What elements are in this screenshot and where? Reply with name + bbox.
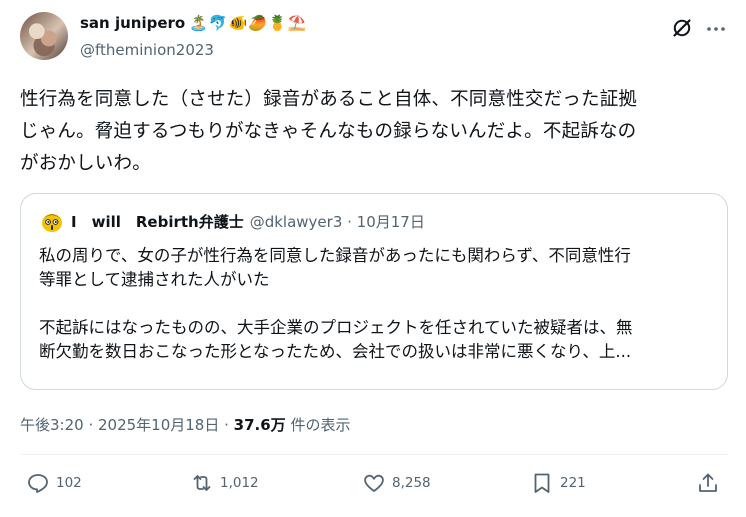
tweet-text-line: 性行為を同意した（させた）録音があること自体、不同意性交だった証拠 <box>20 89 638 110</box>
bookmark-icon <box>534 473 550 493</box>
pineapple-emoji-icon: 🍍 <box>267 14 287 32</box>
yellow-character-avatar-icon <box>39 208 65 234</box>
quoted-text-line: 等罪として逮捕された人がいた <box>39 270 270 289</box>
grok-icon <box>673 19 691 37</box>
reply-button[interactable]: 102 <box>26 471 82 495</box>
quoted-author-handle-date[interactable]: @dklawyer3 · 10月17日 <box>250 211 425 232</box>
tweet-text-line: がおかしいわ。 <box>20 153 151 174</box>
bookmark-button[interactable]: 221 <box>530 471 586 495</box>
tweet-timestamp[interactable]: 午後3:20 · 2025年10月18日 · <box>20 416 234 434</box>
retweet-button[interactable]: 1,012 <box>190 471 259 495</box>
quoted-tweet-header: I will Rebirth弁護士 @dklawyer3 · 10月17日 <box>39 208 425 234</box>
more-dots-icon <box>707 27 725 31</box>
share-icon <box>699 473 717 492</box>
quoted-tweet-text: 私の周りで、女の子が性行為を同意した録音があったにも関わらず、不同意性行 等罪と… <box>39 244 719 364</box>
mango-emoji-icon: 🥭 <box>248 14 267 32</box>
action-bar: 102 1,012 8,258 221 <box>0 471 746 505</box>
author-handle[interactable]: @ftheminion2023 <box>80 41 214 59</box>
dolphin-emoji-icon: 🐬 <box>208 14 228 32</box>
retweet-icon <box>193 475 211 491</box>
divider <box>20 454 728 455</box>
heart-icon <box>364 474 384 492</box>
quoted-text-line: 不起訴にはなったものの、大手企業のプロジェクトを任されていた被疑者は、無 <box>39 318 633 337</box>
grok-button[interactable] <box>670 16 694 40</box>
reply-icon <box>28 474 48 493</box>
like-button[interactable]: 8,258 <box>362 471 431 495</box>
bookmark-count: 221 <box>560 475 586 491</box>
fish-emoji-icon: 🐠 <box>228 14 248 32</box>
tweet-metadata: 午後3:20 · 2025年10月18日 · 37.6万 件の表示 <box>20 414 350 435</box>
reply-count: 102 <box>56 475 82 491</box>
island-emoji-icon: 🏝️ <box>189 14 208 32</box>
tweet-text-line: じゃん。脅迫するつもりがなきゃそんなもの録らないんだよ。不起訴なの <box>20 121 637 142</box>
beach-umbrella-emoji-icon: ⛱️ <box>287 14 307 32</box>
views-count: 37.6万 <box>233 416 286 434</box>
retweet-count: 1,012 <box>220 475 259 491</box>
author-display-name[interactable]: san junipero <box>80 14 185 32</box>
like-count: 8,258 <box>392 475 431 491</box>
views-label: 件の表示 <box>285 416 351 434</box>
share-button[interactable] <box>696 471 720 495</box>
author-avatar[interactable] <box>20 12 68 60</box>
quoted-text-line: 私の周りで、女の子が性行為を同意した録音があったにも関わらず、不同意性行 <box>39 246 631 265</box>
tweet-text: 性行為を同意した（させた）録音があること自体、不同意性交だった証拠 じゃん。脅迫… <box>20 84 732 180</box>
quoted-author-avatar[interactable] <box>39 208 65 234</box>
author-name-row: san junipero 🏝️ 🐬 🐠 🥭 🍍 ⛱️ <box>80 14 306 32</box>
more-options-button[interactable] <box>704 17 728 41</box>
quoted-text-line: 断欠勤を数日おこなった形となったため、会社での扱いは非常に悪くなり、上... <box>39 342 632 361</box>
quoted-tweet-card[interactable]: I will Rebirth弁護士 @dklawyer3 · 10月17日 私の… <box>20 193 728 390</box>
quoted-author-name[interactable]: I will Rebirth弁護士 <box>71 211 244 232</box>
author-name-emojis: 🏝️ 🐬 🐠 🥭 🍍 ⛱️ <box>189 14 306 32</box>
